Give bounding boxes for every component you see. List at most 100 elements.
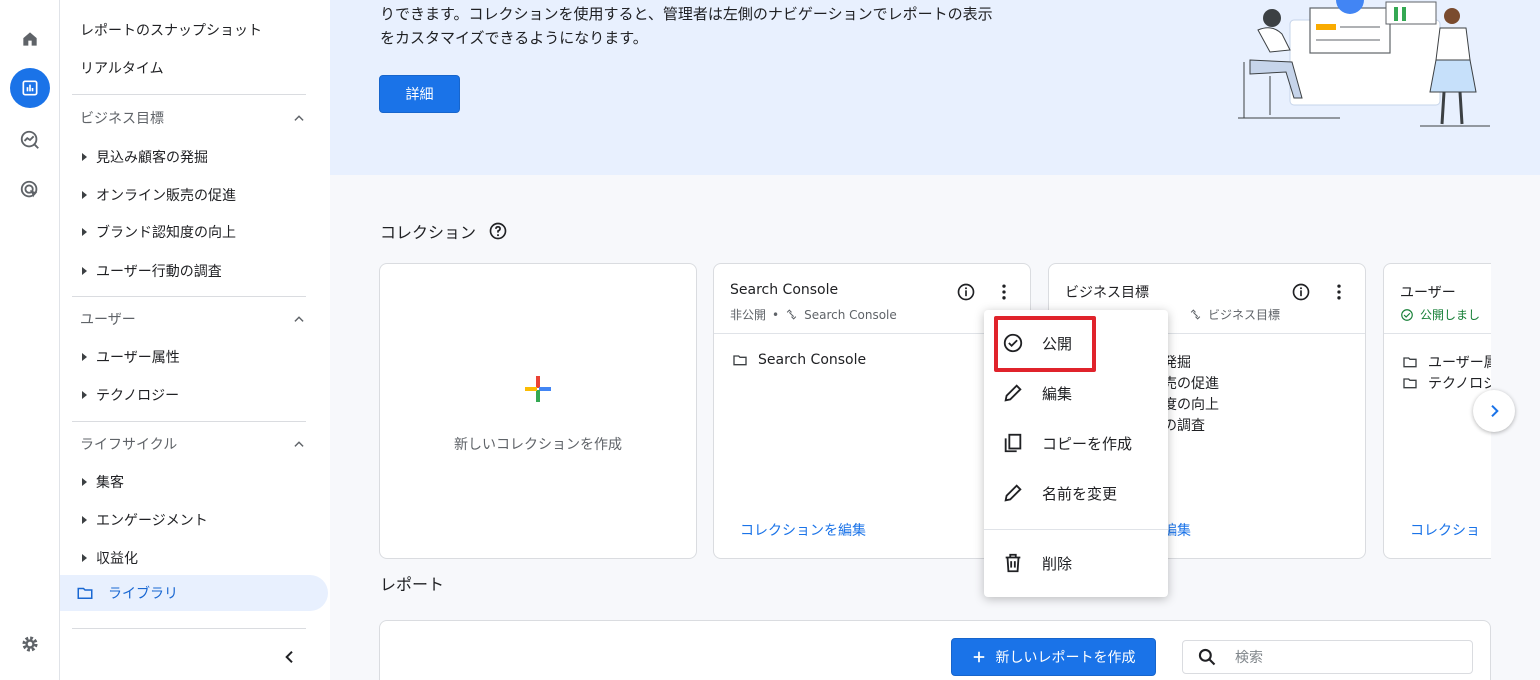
copy-icon (1004, 433, 1022, 453)
sidebar-item-label: エンゲージメント (96, 513, 208, 529)
info-icon[interactable] (956, 282, 976, 302)
card-topic-label: テクノロジ (1428, 376, 1491, 392)
card-topic-row: ユーザー属 (1402, 352, 1491, 372)
menu-item-rename[interactable]: 名前を変更 (984, 473, 1168, 513)
info-icon[interactable] (1291, 282, 1311, 302)
template-link-icon (786, 309, 797, 320)
divider (72, 628, 306, 629)
expand-arrow-icon (72, 516, 96, 524)
chevron-up-icon (294, 441, 304, 447)
expand-arrow-icon (72, 554, 96, 562)
settings-gear-icon[interactable] (10, 624, 50, 664)
menu-item-label: 名前を変更 (1042, 484, 1118, 503)
banner-description: りできます。コレクションを使用すると、管理者は左側のナビゲーションでレポートの表… (380, 2, 993, 50)
search-icon (1198, 648, 1216, 666)
sidebar-item-label: 集客 (96, 475, 124, 491)
home-icon[interactable] (10, 19, 50, 59)
card-status: 非公開 (730, 308, 767, 322)
section-label: ライフサイクル (80, 437, 178, 453)
sidebar-item-online-sales[interactable]: オンライン販売の促進 (72, 183, 306, 207)
sidebar-item-brand-awareness[interactable]: ブランド認知度の向上 (72, 220, 306, 244)
people-illustration (1238, 0, 1490, 127)
menu-item-label: コピーを作成 (1042, 434, 1133, 453)
more-vert-icon[interactable] (1329, 282, 1349, 302)
dot-separator: • (772, 307, 780, 322)
reports-title: レポート (380, 575, 445, 594)
nav-rail (0, 0, 60, 680)
sidebar-item-label: オンライン販売の促進 (96, 188, 236, 204)
card-topic-label: ユーザー属 (1428, 355, 1491, 371)
plus-icon (973, 651, 984, 663)
menu-item-edit[interactable]: 編集 (984, 373, 1168, 413)
card-subtitle: ビジネス目標 (1189, 306, 1280, 323)
sidebar-item-leads[interactable]: 見込み顧客の発掘 (72, 145, 306, 169)
sidebar-item-engagement[interactable]: エンゲージメント (72, 508, 306, 532)
sidebar-item-realtime[interactable]: リアルタイム (80, 59, 164, 79)
menu-item-label: 削除 (1042, 554, 1073, 573)
explore-icon[interactable] (10, 120, 50, 160)
folder-icon (1403, 357, 1417, 368)
sidebar-item-label: ライブラリ (108, 586, 178, 602)
divider (72, 94, 306, 95)
divider (714, 333, 1030, 334)
section-business-goals[interactable]: ビジネス目標 (80, 106, 306, 130)
expand-arrow-icon (72, 478, 96, 486)
sidebar-item-label: ユーザー属性 (96, 350, 180, 366)
sidebar-item-demographics[interactable]: ユーザー属性 (72, 345, 306, 369)
plus-colored-icon (525, 376, 551, 402)
card-topic-row: テクノロジ (1402, 373, 1491, 393)
new-collection-card[interactable]: 新しいコレクションを作成 (379, 263, 697, 559)
menu-item-label: 編集 (1042, 384, 1073, 403)
card-source: Search Console (804, 307, 897, 322)
reports-icon[interactable] (10, 68, 50, 108)
folder-icon (733, 355, 747, 366)
expand-arrow-icon (72, 228, 96, 236)
card-topic-row: Search Console (732, 352, 866, 368)
card-source: ビジネス目標 (1208, 308, 1281, 322)
sidebar-item-snapshot[interactable]: レポートのスナップショット (80, 21, 262, 41)
edit-collection-link[interactable]: コレクションを編集 (740, 520, 866, 540)
sidebar-item-label: ブランド認知度の向上 (96, 225, 236, 241)
menu-item-copy[interactable]: コピーを作成 (984, 423, 1168, 463)
sidebar: レポートのスナップショット リアルタイム ビジネス目標 見込み顧客の発掘 オンラ… (60, 0, 330, 680)
card-subtitle: 非公開 • Search Console (730, 306, 897, 323)
sidebar-item-library[interactable]: ライブラリ (60, 575, 328, 611)
collections-header: コレクション (380, 219, 508, 243)
sidebar-item-label: テクノロジー (96, 388, 180, 404)
chevron-up-icon (294, 115, 304, 121)
section-user[interactable]: ユーザー (80, 307, 306, 331)
collapse-sidebar-chevron-left-icon[interactable] (282, 648, 298, 666)
expand-arrow-icon (72, 267, 96, 275)
create-report-button[interactable]: 新しいレポートを作成 (951, 638, 1156, 676)
advertising-icon[interactable] (10, 170, 50, 210)
banner-line: りできます。コレクションを使用すると、管理者は左側のナビゲーションでレポートの表… (380, 5, 993, 23)
card-topic-label: Search Console (758, 352, 867, 368)
pencil-icon (1004, 484, 1022, 502)
details-button[interactable]: 詳細 (379, 75, 460, 113)
sidebar-item-label: ユーザー行動の調査 (96, 264, 222, 280)
section-lifecycle[interactable]: ライフサイクル (80, 432, 306, 456)
folder-icon (77, 587, 93, 599)
sidebar-item-acquisition[interactable]: 集客 (72, 470, 306, 494)
expand-arrow-icon (72, 353, 96, 361)
sidebar-item-technology[interactable]: テクノロジー (72, 383, 306, 407)
expand-arrow-icon (72, 191, 96, 199)
report-search-input[interactable]: 検索 (1182, 640, 1473, 674)
help-circle-icon[interactable] (488, 221, 508, 241)
menu-item-delete[interactable]: 削除 (984, 543, 1168, 583)
library-banner: りできます。コレクションを使用すると、管理者は左側のナビゲーションでレポートの表… (330, 0, 1540, 175)
check-circle-icon (1401, 308, 1413, 321)
carousel-next-button[interactable] (1473, 390, 1515, 432)
banner-line: をカスタマイズできるようになります。 (380, 29, 648, 47)
sidebar-item-label: 見込み顧客の発掘 (96, 150, 208, 166)
card-title: Search Console (730, 282, 839, 298)
edit-collection-link[interactable]: コレクショ (1410, 520, 1480, 540)
new-collection-label: 新しいコレクションを作成 (454, 437, 622, 453)
divider (72, 421, 306, 422)
sidebar-item-user-behavior[interactable]: ユーザー行動の調査 (72, 259, 306, 283)
sidebar-item-label: 収益化 (96, 551, 138, 567)
more-vert-icon[interactable] (994, 282, 1014, 302)
create-report-label: 新しいレポートを作成 (995, 650, 1136, 666)
expand-arrow-icon (72, 153, 96, 161)
sidebar-item-monetization[interactable]: 収益化 (72, 546, 306, 570)
